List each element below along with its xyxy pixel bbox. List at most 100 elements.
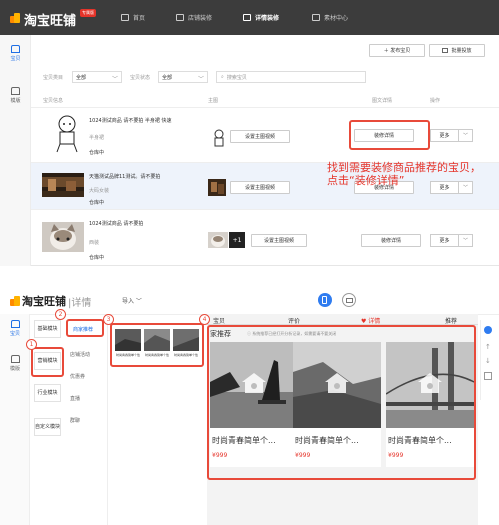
search-icon: ⌕ — [221, 74, 224, 80]
folder-icon — [312, 14, 320, 21]
thumb-label: 时尚青春简单个性 — [145, 353, 170, 357]
batch-apply-button[interactable]: 批量投放 — [429, 44, 485, 57]
taobao-logo-icon — [10, 13, 20, 23]
product-status: 仓库中 — [89, 200, 105, 206]
section-title: |详情 — [68, 298, 92, 309]
placeholder-home-icon — [418, 373, 442, 393]
submodule-shop-activity[interactable]: 店铺活动 — [70, 351, 90, 358]
thumb-label: 时尚青春简单个性 — [174, 353, 199, 357]
brand-title: 淘宝旺铺 — [24, 14, 77, 29]
column-header-item-info: 宝贝信息 — [43, 98, 64, 104]
settings-icon[interactable] — [484, 326, 492, 334]
set-main-video-button[interactable]: 设置主图视频 — [251, 234, 307, 247]
placeholder-home-icon — [242, 373, 266, 393]
nav-home[interactable]: 首页 — [121, 13, 145, 22]
card-price: ¥999 — [295, 452, 311, 459]
step-number: 4 — [199, 314, 210, 325]
highlight-box — [31, 347, 64, 377]
chevron-down-icon: ﹀ — [462, 238, 468, 244]
template-icon — [11, 87, 20, 95]
column-header-detail: 图文详情 — [372, 98, 393, 104]
movie-scene-thumbnail — [42, 173, 84, 197]
card-price: ¥999 — [388, 452, 404, 459]
detail-decoration-page: 淘宝旺铺 专属版 首页 店铺装修 详情装修 素材中心 宝贝 模版 ＋ 发布宝贝 … — [0, 0, 499, 266]
decorate-detail-button[interactable]: 装修详情 — [361, 234, 421, 247]
product-status: 仓库中 — [89, 150, 105, 156]
product-category: 西装 — [89, 240, 100, 246]
product-title[interactable]: 天猫测试品牌11测试。请不要拍 — [89, 173, 160, 180]
nav-detail-decoration[interactable]: 详情装修 — [243, 13, 279, 22]
taobao-logo-icon — [10, 296, 20, 306]
product-category: 大码女装 — [89, 188, 110, 194]
nav-material-center[interactable]: 素材中心 — [312, 13, 348, 22]
step-number: 1 — [26, 339, 37, 350]
home-icon — [121, 14, 129, 21]
cartoon-thumbnail — [56, 115, 78, 153]
main-image-thumbnail — [208, 232, 228, 248]
category-filter-label: 宝贝类目 — [43, 75, 64, 81]
step-number: 3 — [103, 314, 114, 325]
detail-icon — [243, 14, 251, 21]
instruction-callout: 找到需要装修商品推荐的宝贝， 点击“装修详情” — [327, 161, 481, 187]
product-title[interactable]: 1024测试商品 请不要拍 — [89, 220, 143, 227]
import-dropdown[interactable]: 导入 ﹀ — [122, 296, 142, 305]
column-header-actions: 操作 — [430, 98, 441, 104]
chevron-down-icon: ﹀ — [462, 133, 468, 139]
extra-images-count: +1 — [229, 232, 245, 248]
main-image-thumbnail — [214, 129, 224, 147]
sidebar-item-template[interactable]: 模版 — [0, 87, 31, 104]
set-main-video-button[interactable]: 设置主图视频 — [230, 181, 290, 194]
edition-badge: 专属版 — [80, 9, 96, 17]
more-dropdown[interactable]: 更多 ﹀ — [430, 129, 473, 142]
sidebar-item-item[interactable]: 宝贝 — [0, 45, 31, 62]
status-filter-label: 宝贝状态 — [130, 75, 151, 81]
more-dropdown[interactable]: 更多 ﹀ — [430, 234, 473, 247]
chevron-down-icon: ﹀ — [111, 76, 118, 83]
placeholder-home-icon — [325, 373, 349, 393]
submodule-group-chat[interactable]: 群聊 — [70, 417, 80, 424]
pc-preview-icon[interactable] — [342, 293, 356, 307]
copy-icon[interactable] — [484, 372, 492, 380]
bag-icon — [10, 320, 20, 328]
module-industry[interactable]: 行业模块 — [34, 384, 61, 402]
main-image-thumbnail — [208, 179, 226, 196]
chevron-down-icon: ﹀ — [197, 76, 204, 83]
card-price: ¥999 — [212, 452, 228, 459]
shop-icon — [176, 14, 184, 21]
publish-item-button[interactable]: ＋ 发布宝贝 — [369, 44, 425, 57]
card-title: 时尚青春简单个... — [295, 436, 359, 445]
submodule-live[interactable]: 直播 — [70, 395, 80, 402]
thumb-label: 时尚青春简单个性 — [116, 353, 141, 357]
status-select[interactable]: 全部 ﹀ — [158, 71, 208, 83]
highlight-box — [349, 120, 430, 150]
column-header-main-image: 主图 — [208, 98, 219, 104]
product-card[interactable]: 时尚青春简单个... ¥999 — [386, 342, 474, 467]
product-card[interactable]: 时尚青春简单个... ¥999 — [210, 342, 298, 467]
product-title[interactable]: 1024测试商品 请不要拍 半身裙 快速 — [89, 117, 172, 124]
down-icon[interactable]: ↓ — [485, 357, 491, 365]
tab-item[interactable]: 宝贝 — [0, 320, 30, 337]
category-select[interactable]: 全部 ﹀ — [72, 71, 122, 83]
bag-icon — [11, 45, 20, 53]
top-nav-bar: 淘宝旺铺 专属版 首页 店铺装修 详情装修 素材中心 — [0, 0, 499, 35]
submodule-coupon[interactable]: 优惠券 — [70, 373, 85, 380]
module-custom[interactable]: 自定义模块 — [34, 418, 61, 436]
card-title: 时尚青春简单个... — [388, 436, 452, 445]
nav-shop-decoration[interactable]: 店铺装修 — [176, 13, 212, 22]
template-preview-thumbnail[interactable] — [115, 329, 199, 362]
kitten-thumbnail — [42, 222, 84, 252]
highlight-box — [66, 319, 104, 337]
set-main-video-button[interactable]: 设置主图视频 — [230, 130, 290, 143]
module-basic[interactable]: 基础模块 — [34, 320, 61, 338]
product-category: 半身裙 — [89, 135, 105, 141]
tab-template[interactable]: 模版 — [0, 355, 30, 372]
left-sidebar: 宝贝 模版 — [0, 35, 31, 266]
mobile-preview-icon[interactable] — [318, 293, 332, 307]
product-card[interactable]: 时尚青春简单个... ¥999 — [293, 342, 381, 467]
step-number: 2 — [55, 309, 66, 320]
card-title: 时尚青春简单个... — [212, 436, 276, 445]
search-input[interactable]: ⌕ 搜索宝贝 — [216, 71, 366, 83]
product-status: 仓库中 — [89, 255, 105, 261]
up-icon[interactable]: ↑ — [485, 343, 491, 351]
template-icon — [10, 355, 20, 363]
